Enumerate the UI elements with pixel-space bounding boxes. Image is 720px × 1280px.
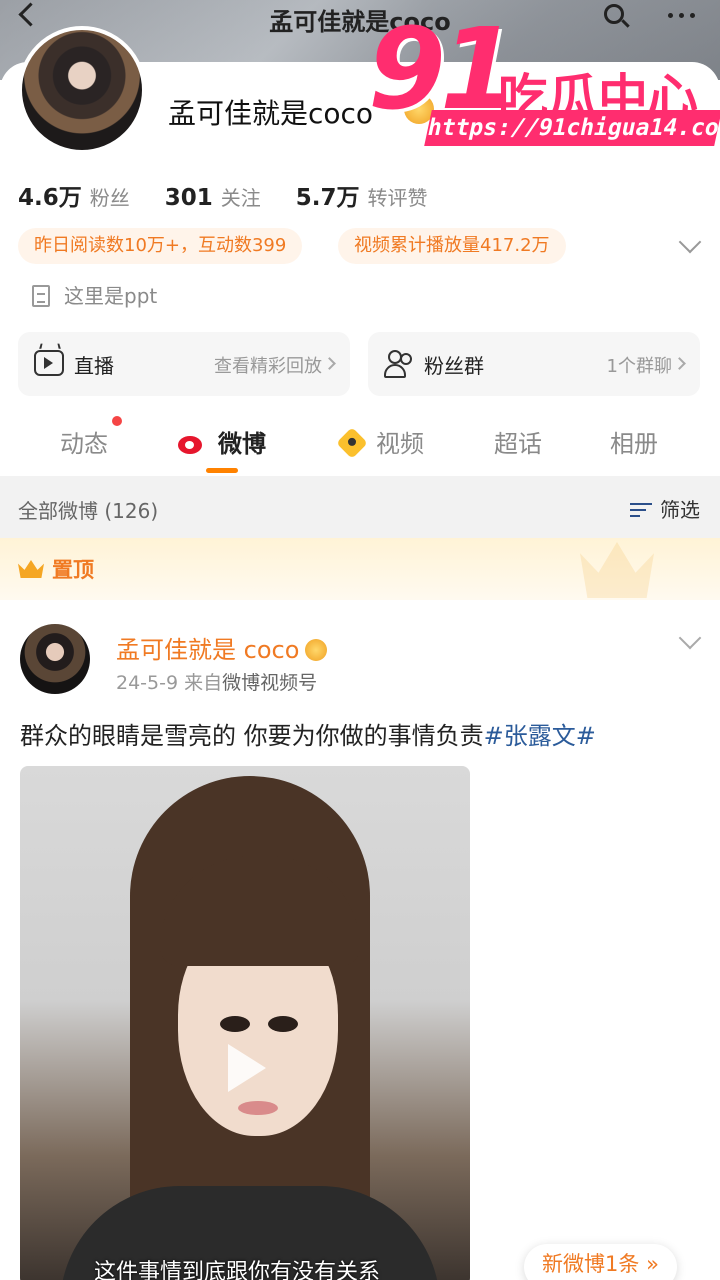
stat-value: 301 (164, 185, 213, 211)
tab-video-label: 视频 (376, 430, 424, 458)
stat-fans[interactable]: 4.6万 粉丝 (18, 178, 130, 212)
double-chevron-down-icon: » (646, 1252, 659, 1276)
post-source[interactable]: 微博视频号 (222, 672, 317, 694)
notification-dot (112, 416, 122, 426)
post-text: 群众的眼睛是雪亮的 你要为你做的事情负责#张露文# (20, 716, 596, 751)
post-avatar[interactable] (20, 624, 90, 694)
profile-stats: 4.6万 粉丝 301 关注 5.7万 转评赞 (18, 178, 456, 212)
vip-badge-icon (305, 639, 328, 661)
fans-group-title: 粉丝群 (424, 354, 484, 378)
watermark-url: https://91chigua14.com (424, 110, 720, 146)
avatar[interactable] (18, 26, 146, 154)
post-card: 孟可佳就是 coco 24-5-9 来自微博视频号 群众的眼睛是雪亮的 你要为你… (0, 600, 720, 1280)
pinned-label: 置顶 (52, 558, 94, 582)
pinned-header: 置顶 (0, 538, 720, 600)
new-posts-toast[interactable]: 新微博1条 » (524, 1244, 677, 1280)
fans-group-sub: 1个群聊 (606, 356, 672, 377)
stat-value: 4.6万 (18, 185, 82, 211)
fans-group-entry[interactable]: 粉丝群 1个群聊 (368, 332, 700, 396)
video-eye-left (220, 1016, 250, 1032)
stat-following[interactable]: 301 关注 (165, 182, 261, 211)
tab-album[interactable]: 相册 (610, 424, 658, 459)
weibo-logo-icon (178, 430, 208, 456)
crown-icon (18, 556, 44, 578)
post-date: 24-5-9 (116, 672, 179, 694)
profile-name: 孟可佳就是coco (168, 97, 374, 130)
live-entry[interactable]: 直播 查看精彩回放 (18, 332, 350, 396)
views-pill[interactable]: 视频累计播放量417.2万 (338, 228, 566, 264)
post-menu-chevron-icon[interactable] (678, 626, 702, 650)
active-tab-indicator (206, 468, 238, 473)
filter-bar: 全部微博 (126) 筛选 (0, 476, 720, 538)
chevron-right-icon (323, 357, 336, 370)
group-icon (384, 350, 414, 378)
filter-button[interactable]: 筛选 (630, 494, 700, 523)
new-posts-label: 新微博1条 (542, 1252, 640, 1276)
crown-decoration-icon (580, 542, 654, 598)
post-body: 群众的眼睛是雪亮的 你要为你做的事情负责 (20, 722, 484, 750)
chevron-right-icon (673, 357, 686, 370)
tab-supertopic[interactable]: 超话 (494, 424, 542, 459)
stat-label: 转评赞 (367, 186, 428, 210)
all-posts-count: 全部微博 (126) (18, 499, 159, 523)
hashtag-link[interactable]: #张露文# (484, 722, 596, 750)
post-author[interactable]: 孟可佳就是 coco (116, 630, 328, 665)
video-subtitle: 这件事情到底跟你有没有关系 (94, 1260, 381, 1280)
tab-weibo[interactable]: 微博 (178, 424, 266, 459)
bio: 这里是ppt (32, 280, 157, 309)
expand-chevron-icon[interactable] (678, 230, 702, 254)
video-eye-right (268, 1016, 298, 1032)
stat-label: 粉丝 (89, 186, 130, 210)
post-meta: 24-5-9 来自微博视频号 (116, 668, 317, 695)
watermark-logo: 91 吃瓜中心 https://91chigua14.com (368, 14, 720, 154)
stat-label: 关注 (220, 186, 261, 210)
tab-video[interactable]: 视频 (336, 424, 424, 459)
post-author-name: 孟可佳就是 coco (116, 636, 300, 664)
video-lips (238, 1101, 278, 1115)
document-icon (32, 285, 50, 307)
filter-label: 筛选 (660, 498, 700, 522)
stat-value: 5.7万 (295, 185, 360, 211)
play-icon[interactable] (228, 1044, 266, 1092)
live-entry-sub: 查看精彩回放 (214, 356, 322, 377)
post-source-prefix: 来自 (184, 672, 223, 694)
tab-weibo-label: 微博 (218, 430, 266, 458)
filter-icon (630, 501, 652, 519)
stat-interactions[interactable]: 5.7万 转评赞 (296, 178, 428, 212)
bio-text: 这里是ppt (64, 284, 158, 308)
reads-pill[interactable]: 昨日阅读数10万+，互动数399 (18, 228, 303, 264)
tv-icon (34, 350, 64, 376)
profile-tabs: 动态 微博 视频 超话 相册 (0, 402, 720, 476)
post-video[interactable]: 这件事情到底跟你有没有关系 (20, 766, 470, 1280)
tab-feed[interactable]: 动态 (60, 424, 108, 459)
live-entry-title: 直播 (74, 354, 114, 378)
video-logo-icon (336, 427, 368, 459)
